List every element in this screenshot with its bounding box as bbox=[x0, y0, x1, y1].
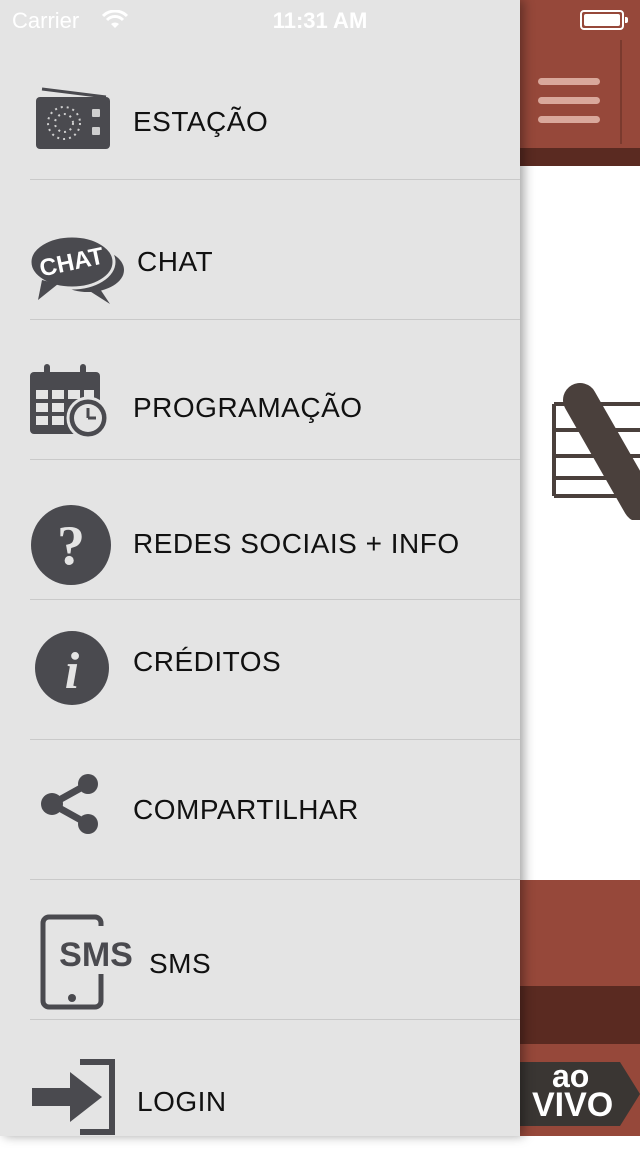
menu-item-label: CRÉDITOS bbox=[133, 646, 282, 677]
navbar-divider bbox=[620, 40, 622, 144]
share-icon bbox=[38, 774, 102, 834]
menu-item-label: PROGRAMAÇÃO bbox=[133, 392, 363, 423]
menu-item-label: SMS bbox=[149, 948, 212, 979]
hamburger-menu-button[interactable] bbox=[530, 70, 610, 130]
menu-item-label: CHAT bbox=[137, 246, 214, 277]
radio-icon bbox=[28, 78, 116, 158]
side-drawer-menu: ESTAÇÃO CHAT CHAT PROGRAMAÇÃO ? REDES SO… bbox=[0, 0, 520, 1136]
status-bar: Carrier 11:31 AM bbox=[0, 0, 640, 40]
notepad-pencil-icon bbox=[552, 383, 640, 520]
menu-item-compartilhar[interactable]: COMPARTILHAR bbox=[0, 740, 520, 880]
menu-item-redes-sociais[interactable]: ? REDES SOCIAIS + INFO bbox=[0, 460, 520, 600]
menu-item-programacao[interactable]: PROGRAMAÇÃO bbox=[0, 320, 520, 460]
menu-item-estacao[interactable]: ESTAÇÃO bbox=[0, 50, 520, 190]
chat-bubbles-icon: CHAT bbox=[28, 220, 128, 310]
info-icon: i bbox=[34, 630, 110, 706]
status-time: 11:31 AM bbox=[272, 8, 368, 33]
live-badge[interactable]: ao VIVO bbox=[520, 1060, 640, 1128]
menu-item-creditos[interactable]: i CRÉDITOS bbox=[0, 600, 520, 740]
calendar-clock-icon bbox=[28, 362, 112, 442]
live-badge-line2: VIVO bbox=[532, 1086, 614, 1124]
menu-item-label: REDES SOCIAIS + INFO bbox=[133, 528, 460, 559]
sms-phone-icon: SMS bbox=[40, 914, 136, 1010]
menu-item-login[interactable]: LOGIN bbox=[0, 1020, 520, 1160]
login-icon bbox=[30, 1058, 120, 1136]
menu-item-sms[interactable]: SMS SMS bbox=[0, 880, 520, 1020]
menu-item-label: COMPARTILHAR bbox=[133, 794, 359, 825]
menu-item-chat[interactable]: CHAT CHAT bbox=[0, 180, 520, 320]
info-icon-text: i bbox=[65, 643, 80, 700]
question-icon: ? bbox=[30, 504, 112, 586]
sms-icon-text: SMS bbox=[59, 936, 133, 974]
menu-item-label: ESTAÇÃO bbox=[133, 106, 269, 137]
menu-item-label: LOGIN bbox=[137, 1086, 227, 1117]
question-icon-text: ? bbox=[57, 515, 85, 577]
